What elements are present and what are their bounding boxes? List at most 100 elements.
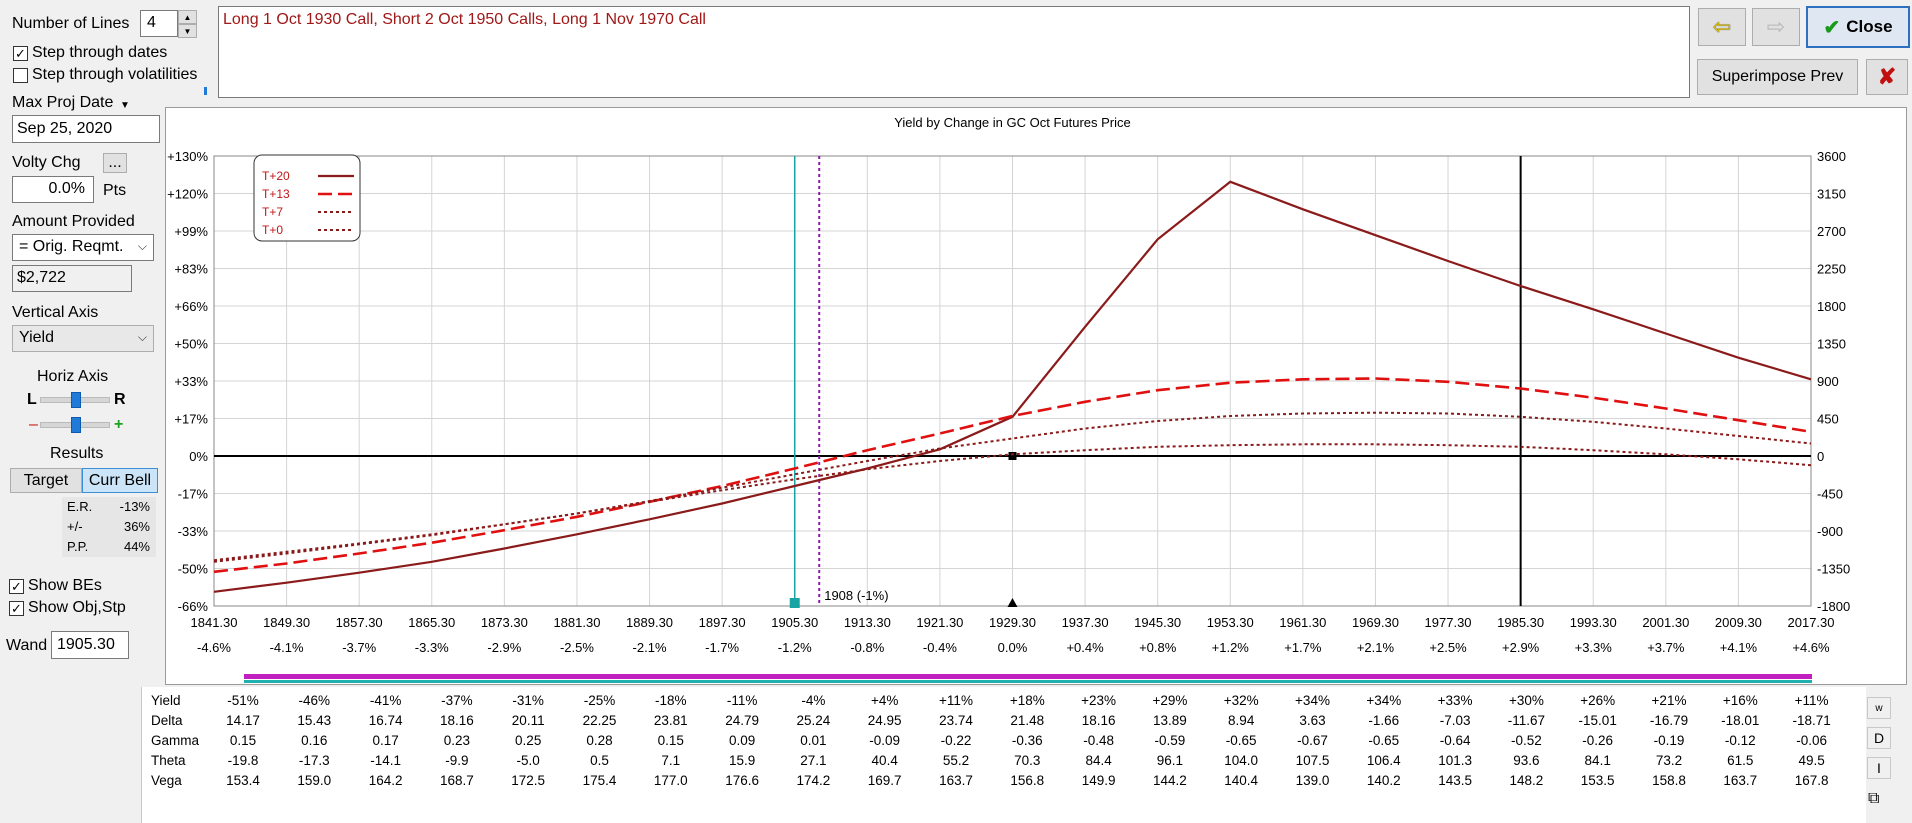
spin-down-button[interactable]: ▼ <box>178 24 197 38</box>
strategy-textbox[interactable]: Long 1 Oct 1930 Call, Short 2 Oct 1950 C… <box>218 6 1690 98</box>
table-cell: 22.25 <box>582 713 617 728</box>
chart-panel[interactable]: Yield by Change in GC Oct Futures Price +… <box>165 107 1907 685</box>
splitter-handle[interactable] <box>190 87 214 97</box>
table-cell: -0.59 <box>1154 733 1186 748</box>
vertical-axis-select[interactable]: Yield ⌵ <box>12 325 154 352</box>
table-side-button-d[interactable]: D <box>1867 727 1891 749</box>
table-cell: +16% <box>1722 693 1758 708</box>
x-pct-label: -2.9% <box>487 640 521 655</box>
wand-input[interactable]: 1905.30 <box>51 631 129 659</box>
table-cell: 23.81 <box>653 713 688 728</box>
table-cell: -7.03 <box>1439 713 1471 728</box>
y-right-tick-label: 450 <box>1817 412 1839 427</box>
table-cell: 144.2 <box>1152 773 1187 788</box>
table-cell: -5.0 <box>516 753 540 768</box>
x-tick-label: 1945.30 <box>1134 615 1181 630</box>
horiz-lr-slider[interactable] <box>40 392 110 408</box>
slider-thumb[interactable] <box>71 417 81 433</box>
next-arrow-button[interactable]: ⇨ <box>1752 8 1800 46</box>
table-cell: -4% <box>801 693 826 708</box>
superimpose-prev-button[interactable]: Superimpose Prev <box>1697 59 1858 95</box>
table-cell: -0.12 <box>1724 733 1756 748</box>
x-tick-label: 1913.30 <box>844 615 891 630</box>
max-proj-date-input[interactable]: Sep 25, 2020 <box>12 115 160 143</box>
y-right-tick-label: -1800 <box>1817 599 1850 614</box>
volty-options-button[interactable]: ... <box>103 153 127 173</box>
table-cell: +32% <box>1223 693 1259 708</box>
table-cell: +33% <box>1437 693 1473 708</box>
table-cell: -0.09 <box>869 733 901 748</box>
table-cell: 70.3 <box>1014 753 1041 768</box>
table-cell: -17.3 <box>298 753 330 768</box>
prev-arrow-button[interactable]: ⇦ <box>1698 8 1746 46</box>
step-vols-checkbox[interactable] <box>13 68 28 83</box>
x-tick-label: 2001.30 <box>1642 615 1689 630</box>
y-left-tick-label: +66% <box>174 299 208 314</box>
x-tick-label: 2017.30 <box>1788 615 1835 630</box>
table-cell: 18.16 <box>1081 713 1116 728</box>
spin-up-button[interactable]: ▲ <box>178 10 197 24</box>
table-cell: -46% <box>298 693 331 708</box>
range-bar-teal <box>244 680 1812 683</box>
close-x-button[interactable]: ✘ <box>1866 59 1908 95</box>
x-pct-label: -0.4% <box>923 640 957 655</box>
close-button[interactable]: ✔ Close <box>1806 6 1910 48</box>
table-cell: -0.06 <box>1796 733 1827 748</box>
table-cell: 0.28 <box>586 733 613 748</box>
yield-chart[interactable]: Yield by Change in GC Oct Futures Price +… <box>166 108 1908 686</box>
x-pct-label: +2.1% <box>1357 640 1395 655</box>
max-proj-date-dropdown-icon[interactable]: ▼ <box>120 100 130 111</box>
table-side-button-i[interactable]: I <box>1867 757 1891 779</box>
amount-provided-select[interactable]: = Orig. Reqmt. ⌵ <box>12 234 154 261</box>
max-proj-date-label[interactable]: Max Proj Date <box>12 94 113 112</box>
table-cell: -19.8 <box>227 753 259 768</box>
horiz-zoom-slider[interactable] <box>40 417 110 433</box>
current-price-marker <box>1007 598 1018 607</box>
table-cell: 177.0 <box>653 773 688 788</box>
table-cell: -0.26 <box>1582 733 1614 748</box>
legend-label: T+20 <box>262 169 290 183</box>
row-label: Yield <box>151 693 181 708</box>
x-tick-label: 1953.30 <box>1207 615 1254 630</box>
table-cell: 106.4 <box>1366 753 1401 768</box>
legend-label: T+7 <box>262 205 283 219</box>
chevron-down-icon: ⌵ <box>137 239 147 253</box>
table-cell: 0.15 <box>229 733 257 748</box>
vertical-axis-label: Vertical Axis <box>12 304 99 321</box>
volty-chg-input[interactable]: 0.0% <box>12 176 94 203</box>
x-tick-label: 1849.30 <box>263 615 310 630</box>
table-cell: -0.19 <box>1653 733 1685 748</box>
table-cell: 175.4 <box>582 773 617 788</box>
table-cell: 40.4 <box>871 753 898 768</box>
table-cell: 18.16 <box>439 713 474 728</box>
y-right-tick-label: -450 <box>1817 487 1843 502</box>
y-left-tick-label: +120% <box>167 187 208 202</box>
breakeven-label: 1908 (-1%) <box>824 588 888 603</box>
show-obj-checkbox[interactable]: ✓ <box>9 601 24 616</box>
table-cell: -37% <box>441 693 473 708</box>
number-of-lines-label: Number of Lines <box>12 15 130 32</box>
y-left-tick-label: +17% <box>174 412 208 427</box>
er-label: E.R. <box>67 499 93 514</box>
table-cell: 24.95 <box>867 713 902 728</box>
slider-thumb[interactable] <box>71 392 81 408</box>
table-cell: -18.71 <box>1792 713 1831 728</box>
x-pct-label: -0.8% <box>850 640 884 655</box>
show-bes-checkbox[interactable]: ✓ <box>9 579 24 594</box>
y-right-tick-label: 2250 <box>1817 262 1846 277</box>
table-cell: 0.15 <box>657 733 684 748</box>
table-cell: 0.17 <box>372 733 399 748</box>
er-value: -13% <box>119 499 150 514</box>
table-cell: 84.4 <box>1085 753 1112 768</box>
number-of-lines-input[interactable]: 4 <box>140 10 178 37</box>
table-divider <box>141 687 142 823</box>
table-row: Vega 153.4 159.0 164.2 168.7 172.5 175.4 177.0 1… <box>141 773 1866 793</box>
export-icon[interactable]: ⧉ <box>1868 790 1879 808</box>
table-side-button-w[interactable]: w <box>1867 697 1891 719</box>
x-pct-label: +2.5% <box>1429 640 1467 655</box>
target-button[interactable]: Target <box>10 468 82 493</box>
curr-bell-button[interactable]: Curr Bell <box>82 468 158 493</box>
step-dates-label: Step through dates <box>32 44 168 61</box>
step-dates-checkbox[interactable]: ✓ <box>13 46 28 61</box>
table-cell: +11% <box>939 693 973 708</box>
